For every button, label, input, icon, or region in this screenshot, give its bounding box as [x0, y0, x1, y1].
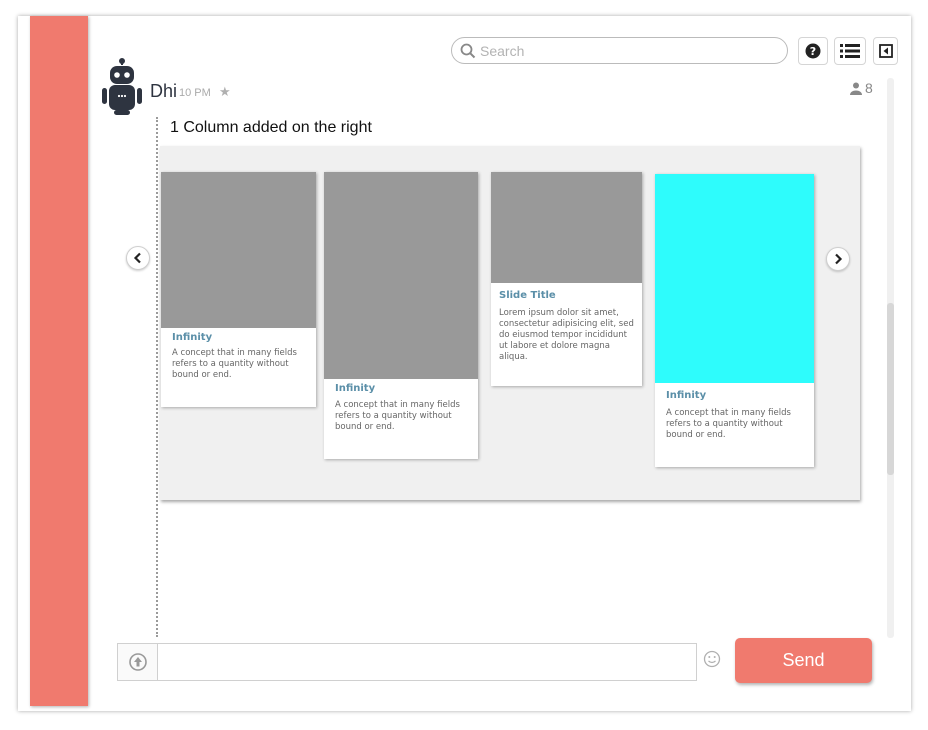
- search-box[interactable]: [451, 37, 788, 64]
- card-title: Slide Title: [499, 290, 556, 301]
- search-input[interactable]: [480, 41, 770, 60]
- help-icon: ?: [805, 43, 821, 59]
- carousel-card[interactable]: Slide Title Lorem ipsum dolor sit amet, …: [491, 172, 642, 386]
- user-icon: [850, 82, 862, 95]
- card-image: [324, 172, 478, 379]
- message-text: 1 Column added on the right: [170, 119, 372, 136]
- card-image: [655, 174, 814, 383]
- card-image: [491, 172, 642, 283]
- collapse-panel-icon: [878, 44, 893, 58]
- carousel-prev-button[interactable]: [126, 246, 150, 270]
- search-icon: [460, 43, 476, 59]
- card-description: A concept that in many fields refers to …: [335, 400, 460, 432]
- card-title: Infinity: [172, 332, 213, 343]
- card-description: A concept that in many fields refers to …: [666, 408, 791, 440]
- message-input[interactable]: [164, 652, 648, 674]
- carousel-card[interactable]: Infinity A concept that in many fields r…: [324, 172, 478, 459]
- thread-divider: [156, 117, 158, 637]
- carousel-card[interactable]: Infinity A concept that in many fields r…: [655, 174, 814, 467]
- message-timestamp: 10 PM: [179, 87, 211, 99]
- emoji-icon[interactable]: [703, 650, 721, 668]
- scrollbar-thumb[interactable]: [887, 303, 894, 475]
- bot-avatar-icon: [102, 58, 142, 115]
- member-count-value: 8: [865, 80, 873, 96]
- help-button[interactable]: ?: [798, 37, 828, 65]
- carousel: Infinity A concept that in many fields r…: [160, 146, 860, 500]
- left-sidebar: [30, 16, 88, 706]
- upload-icon: [128, 653, 147, 671]
- list-icon: [840, 44, 860, 58]
- card-image: [161, 172, 316, 328]
- carousel-card[interactable]: Infinity A concept that in many fields r…: [161, 172, 316, 407]
- chevron-left-icon: [133, 252, 141, 264]
- card-title: Infinity: [335, 383, 376, 394]
- sender-name: Dhi: [150, 81, 178, 101]
- card-title: Infinity: [666, 390, 707, 401]
- collapse-panel-button[interactable]: [873, 37, 898, 65]
- card-description: A concept that in many fields refers to …: [172, 348, 297, 380]
- list-button[interactable]: [834, 37, 866, 65]
- star-icon[interactable]: ★: [219, 84, 231, 100]
- svg-text:?: ?: [810, 45, 816, 58]
- card-description: Lorem ipsum dolor sit amet, consectetur …: [499, 308, 634, 362]
- carousel-next-button[interactable]: [826, 247, 850, 271]
- member-count[interactable]: 8: [850, 80, 873, 96]
- message-composer: [117, 643, 697, 681]
- send-button[interactable]: Send: [735, 638, 872, 683]
- chevron-right-icon: [835, 253, 843, 265]
- upload-button[interactable]: [118, 644, 158, 680]
